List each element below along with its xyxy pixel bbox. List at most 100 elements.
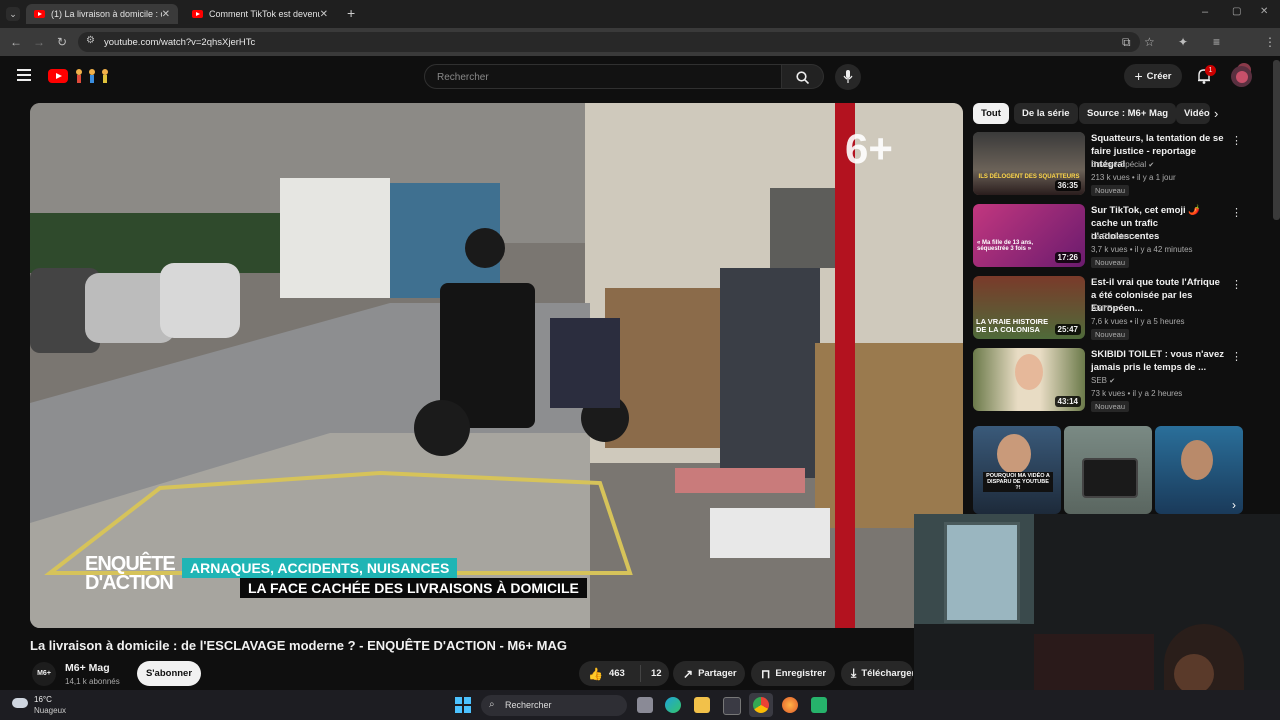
verified-icon: ✔	[1133, 234, 1140, 241]
recommendation-meta: 3,7 k vues • il y a 42 minutes	[1091, 245, 1193, 254]
video-player[interactable]: 6+ ENQUÊTE D'ACTION ARNAQUES, ACCIDENTS,…	[30, 103, 963, 628]
download-icon: ⤓	[851, 666, 857, 680]
file-explorer-icon[interactable]	[694, 697, 710, 713]
notifications-button[interactable]: 1	[1196, 65, 1216, 84]
save-button[interactable]: ⊓ Enregistrer	[751, 661, 835, 686]
recommendation-thumbnail[interactable]: ILS DÉLOGENT DES SQUATTEURS 36:35	[973, 132, 1085, 195]
weather-condition[interactable]: Nuageux	[34, 706, 66, 715]
search-icon	[796, 71, 809, 84]
edge-browser-icon[interactable]	[665, 697, 681, 713]
short-thumbnail[interactable]	[1155, 426, 1243, 514]
new-badge: Nouveau	[1091, 257, 1130, 268]
hamburger-menu-icon[interactable]	[17, 69, 31, 81]
video-duration: 36:35	[1054, 180, 1081, 191]
task-view-icon[interactable]	[637, 697, 653, 713]
more-options-icon[interactable]: ⋮	[1231, 206, 1242, 219]
chrome-taskbar-active[interactable]	[749, 693, 773, 717]
recommendation-thumbnail[interactable]: « Ma fille de 13 ans, séquestrée 3 fois …	[973, 204, 1085, 267]
subscribe-button[interactable]: S'abonner	[137, 661, 201, 686]
tab-title: Comment TikTok est devenu un	[209, 9, 320, 19]
recommendation-item[interactable]: ILS DÉLOGENT DES SQUATTEURS 36:35 Squatt…	[973, 132, 1243, 198]
close-window-icon[interactable]: ✕	[1260, 6, 1268, 17]
tab-livraison[interactable]: (1) La livraison à domicile : de l'E ✕	[26, 4, 178, 24]
show-logo-line2: D'ACTION	[85, 572, 174, 594]
short-thumbnail[interactable]	[1064, 426, 1152, 514]
store-icon[interactable]	[723, 697, 741, 715]
recommendation-thumbnail[interactable]: LA VRAIE HISTOIRE DE LA COLONISA 25:47	[973, 276, 1085, 339]
chip-source[interactable]: Source : M6+ Mag	[1079, 103, 1177, 124]
more-options-icon[interactable]: ⋮	[1231, 278, 1242, 291]
minimize-icon[interactable]: –	[1202, 6, 1208, 18]
reload-icon[interactable]: ↻	[57, 35, 67, 49]
create-label: Créer	[1146, 70, 1172, 82]
recommendation-meta: 73 k vues • il y a 2 heures	[1091, 389, 1183, 398]
tab-title: (1) La livraison à domicile : de l'E	[51, 9, 162, 19]
recommendation-channel[interactable]: Envoyé Spécial ✔	[1091, 160, 1154, 169]
recommendation-meta: 213 k vues • il y a 1 jour	[1091, 173, 1176, 182]
weather-temperature[interactable]: 16°C	[34, 695, 52, 704]
video-duration: 25:47	[1054, 324, 1081, 335]
channel-name[interactable]: M6+ Mag	[65, 662, 110, 674]
channel-avatar[interactable]: M6+	[32, 662, 56, 686]
comment-count[interactable]: 12	[651, 668, 662, 679]
app-icon[interactable]	[811, 697, 827, 713]
channel-name: ARTE	[1091, 304, 1113, 313]
chip-all[interactable]: Tout	[973, 103, 1009, 124]
thumbnail-caption: « Ma fille de 13 ans, séquestrée 3 fois …	[977, 240, 1034, 252]
maximize-icon[interactable]: ▢	[1232, 6, 1241, 17]
close-tab-icon[interactable]: ✕	[162, 9, 170, 20]
verified-icon: ✔	[1109, 378, 1116, 385]
share-label: Partager	[698, 668, 737, 679]
chip-videos[interactable]: Vidéos	[1176, 103, 1210, 124]
chips-next-icon[interactable]: ›	[1214, 106, 1218, 121]
chip-series[interactable]: De la série	[1014, 103, 1078, 124]
recommendation-channel[interactable]: Le Parisien ✔	[1091, 232, 1139, 241]
more-options-icon[interactable]: ⋮	[1231, 350, 1242, 363]
reading-list-icon[interactable]: ≡	[1213, 35, 1220, 49]
recommendation-item[interactable]: « Ma fille de 13 ans, séquestrée 3 fois …	[973, 204, 1243, 270]
share-button[interactable]: ↗ Partager	[673, 661, 745, 686]
bookmark-icon: ⊓	[761, 666, 771, 681]
shorts-next-icon[interactable]: ›	[1232, 498, 1236, 512]
account-avatar[interactable]	[1231, 66, 1252, 87]
tab-search-icon[interactable]: ⌄	[6, 7, 20, 21]
like-count: 463	[608, 668, 625, 679]
menu-icon[interactable]: ⋮	[1264, 35, 1276, 49]
create-button[interactable]: + Créer	[1124, 64, 1182, 88]
bookmark-star-icon[interactable]: ☆	[1144, 35, 1155, 49]
voice-search-button[interactable]	[835, 64, 861, 90]
site-info-icon[interactable]: ⚙	[86, 35, 95, 46]
youtube-logo-icon[interactable]	[48, 69, 68, 83]
new-tab-icon[interactable]: +	[347, 5, 355, 21]
channel-name: Envoyé Spécial	[1091, 160, 1147, 169]
youtube-favicon-icon	[34, 10, 45, 18]
plus-icon: +	[1134, 68, 1143, 84]
more-options-icon[interactable]: ⋮	[1231, 134, 1242, 147]
close-tab-icon[interactable]: ✕	[320, 9, 328, 20]
install-app-icon[interactable]: ⧉	[1122, 35, 1131, 50]
download-label: Télécharger	[861, 668, 913, 679]
short-thumbnail[interactable]: POURQUOI MA VIDÉO A DISPARU DE YOUTUBE ?…	[973, 426, 1061, 514]
start-menu-icon[interactable]	[455, 697, 471, 713]
back-icon[interactable]: ←	[10, 35, 22, 49]
firefox-icon[interactable]	[782, 697, 798, 713]
recommendation-thumbnail[interactable]: 43:14	[973, 348, 1085, 411]
recommendation-channel[interactable]: ARTE ✔	[1091, 304, 1120, 313]
search-button[interactable]	[782, 64, 824, 89]
taskbar-search[interactable]: ⌕ Rechercher	[481, 695, 627, 716]
doodle-icon[interactable]	[72, 67, 114, 85]
browser-tab-bar: ⌄ (1) La livraison à domicile : de l'E ✕…	[0, 0, 1280, 28]
search-input[interactable]	[435, 71, 769, 84]
recommendation-channel[interactable]: SEB ✔	[1091, 376, 1115, 385]
tab-tiktok[interactable]: Comment TikTok est devenu un ✕	[184, 4, 336, 24]
recommendation-meta: 7,6 k vues • il y a 5 heures	[1091, 317, 1185, 326]
recommendation-item[interactable]: 43:14 SKIBIDI TOILET : vous n'avez jamai…	[973, 348, 1243, 414]
extensions-icon[interactable]: ✦	[1178, 35, 1188, 49]
recommendation-title[interactable]: SKIBIDI TOILET : vous n'avez jamais pris…	[1091, 348, 1227, 374]
like-button[interactable]: 👍 463	[579, 665, 641, 682]
video-duration: 17:26	[1054, 252, 1081, 263]
page-scrollbar[interactable]	[1273, 60, 1280, 220]
forward-icon[interactable]: →	[33, 35, 45, 49]
download-button[interactable]: ⤓ Télécharger	[841, 661, 913, 686]
recommendation-item[interactable]: LA VRAIE HISTOIRE DE LA COLONISA 25:47 E…	[973, 276, 1243, 342]
